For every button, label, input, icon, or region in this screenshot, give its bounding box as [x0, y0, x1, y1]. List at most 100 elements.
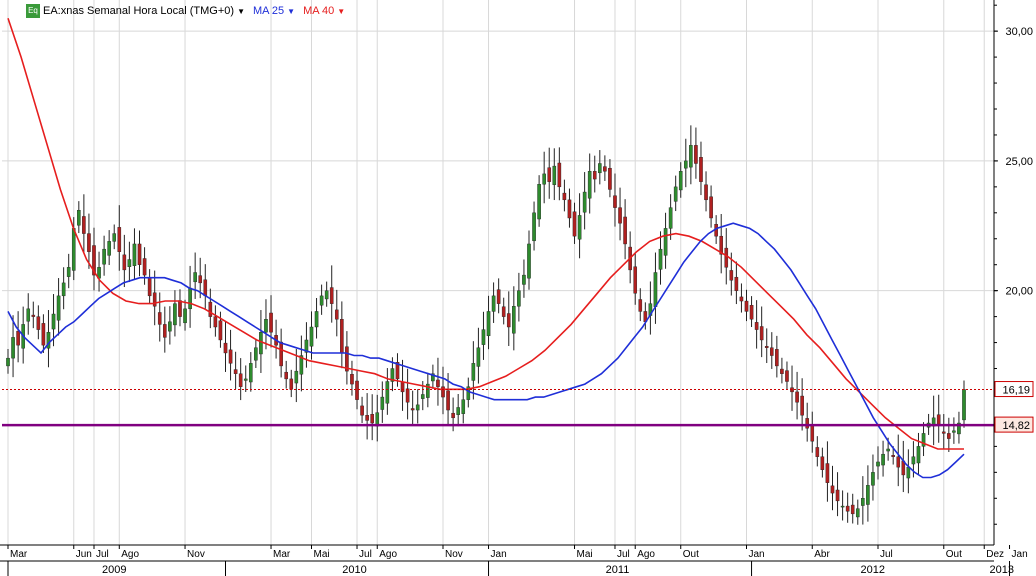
candle-body	[198, 275, 203, 284]
candle-body	[132, 243, 137, 266]
month-tick-label: Ago	[637, 549, 655, 560]
ma-long-label[interactable]: MA 40 ▼	[303, 5, 345, 17]
candle-body	[223, 342, 228, 354]
ma-short-label[interactable]: MA 25 ▼	[253, 5, 295, 17]
candle-body	[820, 456, 825, 470]
candle-body	[754, 322, 759, 330]
month-tick-label: Ago	[121, 549, 139, 560]
month-tick-label: Abr	[814, 549, 830, 560]
candle-body	[810, 424, 815, 442]
candle-body	[653, 272, 658, 307]
candle-body	[871, 472, 875, 486]
candle-body	[891, 455, 895, 457]
candle-body	[952, 430, 956, 433]
candle-body	[173, 303, 177, 326]
candle-body	[542, 173, 546, 185]
candle-body	[830, 485, 835, 494]
candle-body	[107, 241, 111, 256]
candle-body	[147, 278, 152, 297]
candle-body	[11, 337, 15, 359]
month-tick-label: Ago	[379, 549, 397, 560]
candle-body	[800, 395, 804, 416]
stock-chart: 30,00 25,00 20,00 16,19 14,82 Mar Jun Jul Ago Nov…	[0, 0, 1036, 576]
candle-body	[855, 508, 860, 518]
candle-body	[188, 287, 192, 310]
candle-body	[603, 166, 607, 172]
candle-body	[112, 233, 117, 242]
symbol-dropdown-icon[interactable]: ▼	[237, 7, 245, 16]
month-tick-label: Mar	[273, 549, 291, 560]
year-label: 2013	[990, 564, 1014, 576]
support-label: 14,82	[1002, 420, 1030, 432]
month-tick-label: Nov	[445, 549, 463, 560]
candle-body	[694, 145, 698, 164]
candle-body	[592, 171, 597, 180]
candle-body	[370, 414, 374, 424]
candle-body	[663, 228, 668, 256]
month-tick-label: Jun	[76, 549, 92, 560]
candle-body	[704, 184, 708, 201]
month-tick-label: Mai	[313, 549, 329, 560]
candle-body	[329, 287, 334, 304]
candle-body	[876, 461, 880, 467]
candle-body	[512, 306, 516, 334]
ma-long-dropdown-icon: ▼	[337, 7, 346, 16]
month-tick-label: Nov	[187, 549, 205, 560]
candle-body	[152, 292, 157, 307]
candle-body	[941, 431, 946, 434]
candle-body	[82, 216, 86, 234]
candle-body	[117, 227, 122, 252]
month-tick-label: Out	[946, 549, 962, 560]
candle-body	[66, 267, 71, 277]
candle-body	[269, 312, 273, 333]
candle-body	[835, 489, 840, 502]
symbol-label[interactable]: EA:xnas Semanal Hora Local (TMG+0)	[43, 5, 234, 17]
candle-body	[51, 313, 56, 330]
price-tick-label: 30,00	[1005, 26, 1033, 38]
price-tick-label: 20,00	[1005, 286, 1033, 298]
candle-body	[163, 324, 167, 338]
candle-body	[623, 216, 627, 245]
candle-body	[127, 259, 132, 267]
candle-body	[587, 171, 592, 199]
candle-body	[446, 390, 450, 411]
candle-body	[31, 314, 36, 317]
candle-body	[780, 368, 784, 374]
candle-body	[906, 466, 911, 479]
candle-body	[254, 347, 258, 361]
candle-body	[350, 374, 354, 385]
candle-body	[749, 305, 754, 320]
candle-body	[441, 386, 445, 398]
candle-body	[193, 272, 197, 283]
candle-body	[916, 446, 921, 464]
last-price-label: 16,19	[1002, 385, 1030, 397]
candle-body	[759, 326, 764, 341]
candle-body	[289, 378, 294, 390]
candle-body	[729, 270, 734, 281]
candle-body	[577, 215, 582, 240]
candle-body	[850, 504, 855, 515]
candle-body	[567, 199, 572, 219]
candle-body	[506, 313, 511, 328]
candle-body	[552, 165, 557, 185]
candle-body	[6, 357, 10, 367]
candle-body	[618, 207, 622, 224]
candle-body	[764, 346, 769, 348]
candle-body	[486, 311, 491, 337]
candle-body	[491, 295, 496, 312]
candle-body	[608, 167, 612, 190]
candle-body	[228, 349, 233, 364]
candle-body	[77, 210, 81, 226]
candle-body	[532, 212, 536, 242]
candle-body	[739, 296, 744, 302]
candle-body	[825, 463, 830, 483]
candle-body	[785, 370, 789, 382]
candle-body	[501, 306, 506, 317]
candle-body	[178, 300, 182, 317]
candle-body	[840, 505, 845, 508]
candle-body	[436, 379, 440, 387]
candle-body	[724, 247, 729, 268]
candle-body	[284, 371, 289, 380]
candle-body	[517, 290, 521, 307]
candle-body	[324, 290, 329, 300]
